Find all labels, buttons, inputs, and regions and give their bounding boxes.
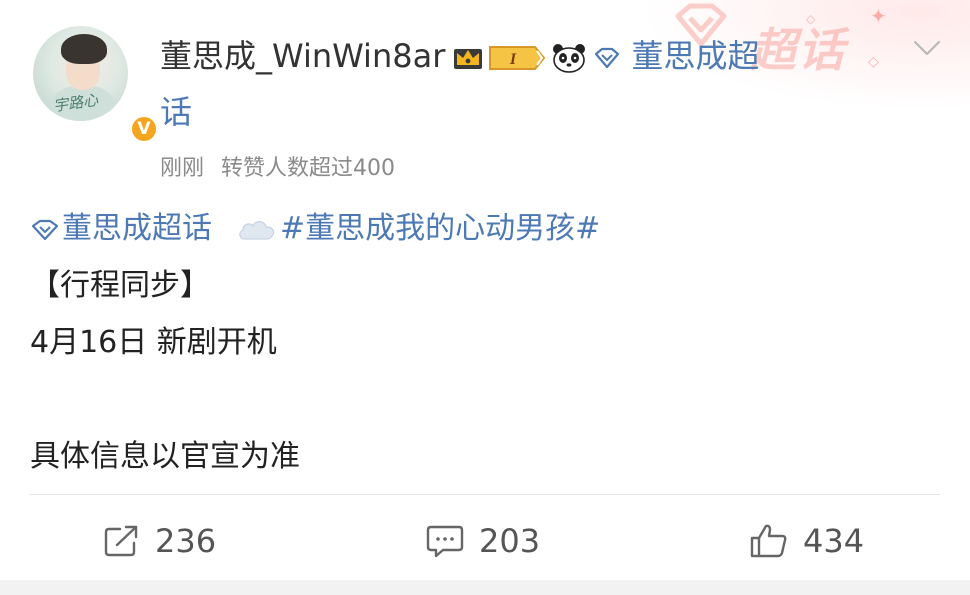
- diamond-gem-icon: [595, 47, 620, 69]
- like-count: 434: [803, 522, 865, 560]
- post-tags-line: 董思成超话 #董思成我的心动男孩#: [30, 200, 940, 257]
- verified-badge-icon: V: [129, 114, 159, 144]
- sparkle-icon: ✦: [870, 4, 887, 28]
- schedule-heading: 【行程同步】: [30, 268, 210, 303]
- panda-icon: [553, 44, 586, 73]
- post-popularity-note: 转赞人数超过400: [221, 156, 396, 181]
- repost-count: 236: [155, 522, 217, 560]
- schedule-date-line: 4月16日 新剧开机: [30, 325, 277, 360]
- action-bar: 236 203 434: [0, 508, 970, 574]
- post-meta: 刚刚 转赞人数超过400: [160, 150, 395, 182]
- avatar[interactable]: 宇路心 V: [33, 26, 159, 144]
- sparkle-tiny-icon: ◇: [806, 12, 816, 26]
- sparkle-small-icon: ◇: [868, 54, 879, 70]
- feed-separator: [0, 580, 970, 595]
- username[interactable]: 董思成_WinWin8ar: [160, 37, 445, 75]
- cloud-icon: [239, 220, 275, 240]
- super-topic-link-cont[interactable]: 话: [160, 88, 192, 136]
- avatar-hair: [61, 34, 107, 64]
- super-topic-link[interactable]: 董思成超: [632, 37, 760, 75]
- post-content: 董思成超话 #董思成我的心动男孩# 【行程同步】 4月16日 新剧开机 具体信息…: [30, 200, 940, 485]
- super-topic-tag[interactable]: 董思成超话: [62, 211, 212, 246]
- divider: [30, 494, 940, 495]
- chevron-down-icon[interactable]: [912, 36, 942, 60]
- post-header: 董思成_WinWin8ar I 董思成超 话: [160, 32, 860, 136]
- comment-count: 203: [479, 522, 541, 560]
- level-text: I: [509, 51, 517, 68]
- comment-icon: [426, 525, 464, 558]
- like-button[interactable]: 434: [749, 508, 864, 574]
- schedule-note-line: 具体信息以官宣为准: [30, 439, 300, 474]
- hashtag-link[interactable]: #董思成我的心动男孩#: [280, 211, 600, 246]
- share-icon: [104, 525, 138, 557]
- thumbs-up-icon: [750, 524, 787, 558]
- post-timestamp: 刚刚: [160, 156, 205, 181]
- repost-button[interactable]: 236: [103, 508, 216, 574]
- level-badge: I: [489, 46, 546, 70]
- diamond-gem-icon: [31, 219, 59, 240]
- comment-button[interactable]: 203: [425, 508, 540, 574]
- weibo-post-card: 超话 ✦ ◇ ◇ 宇路心 V 董思成_WinWin8ar I 董思成超 话 刚刚…: [0, 0, 970, 595]
- crown-icon: [454, 49, 483, 69]
